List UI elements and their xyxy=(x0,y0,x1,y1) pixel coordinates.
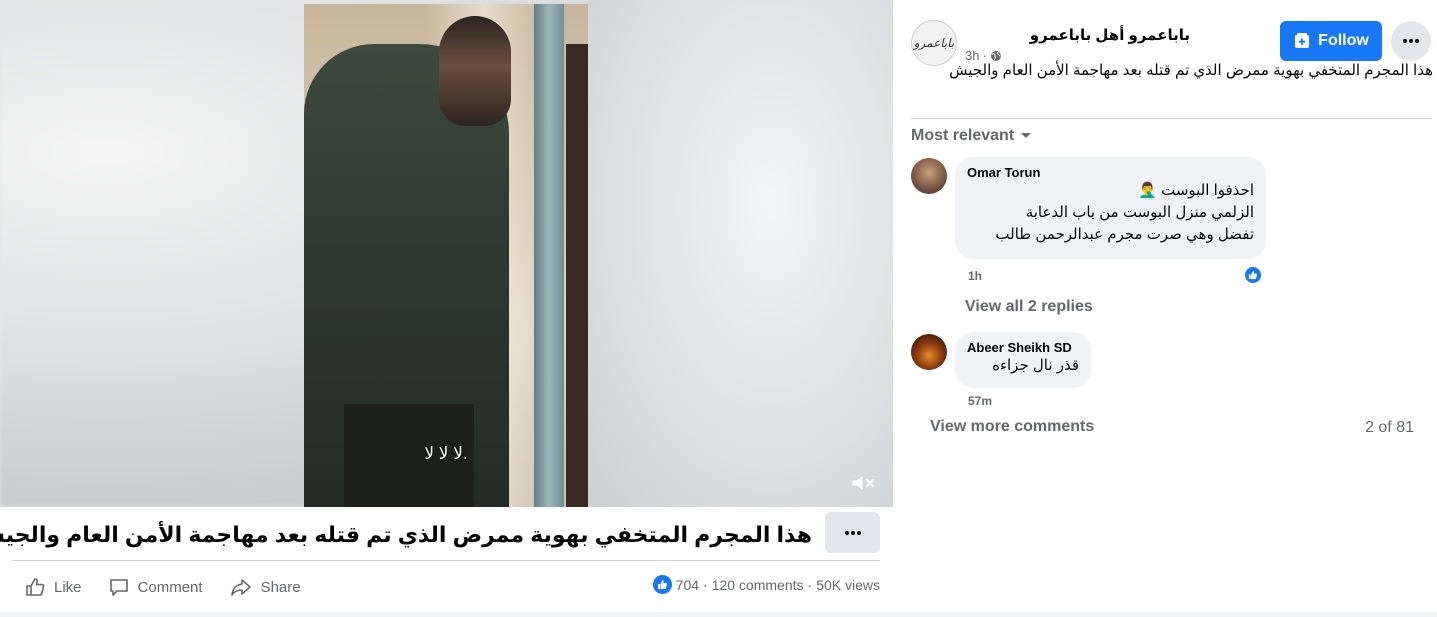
sort-label: Most relevant xyxy=(911,127,1015,144)
page-more-button[interactable] xyxy=(1391,21,1431,61)
video-door xyxy=(566,44,588,507)
separator: · xyxy=(703,576,708,593)
post-stats: 704 · 120 comments · 50K views xyxy=(652,575,880,594)
like-button[interactable]: Like xyxy=(24,576,82,598)
share-icon xyxy=(230,579,251,596)
divider xyxy=(12,560,880,561)
video-frame[interactable]: لا لا لا. xyxy=(304,4,588,507)
comment-label: Comment xyxy=(137,578,203,596)
comment-time[interactable]: 1h xyxy=(968,269,982,283)
comment-author[interactable]: Abeer Sheikh SD xyxy=(967,340,1079,355)
divider xyxy=(911,118,1432,119)
chevron-down-icon xyxy=(1021,133,1032,138)
comment-bubble: Omar Torun احذفوا البوست 🤦‍♂️ الزلمي منز… xyxy=(955,157,1266,259)
page-name[interactable]: باباعمرو أهل باباعمرو xyxy=(893,26,1190,44)
view-more-comments-link[interactable]: View more comments xyxy=(930,418,1094,436)
post-description: هذا المجرم المتخفي بهوية ممرض الذي تم قت… xyxy=(949,62,1433,79)
comment-sort-dropdown[interactable]: Most relevant xyxy=(911,127,1032,145)
share-label: Share xyxy=(260,578,301,596)
comment-count[interactable]: 120 comments xyxy=(712,577,804,593)
mute-icon xyxy=(851,474,874,492)
comment-time[interactable]: 57m xyxy=(968,394,992,408)
view-replies-link[interactable]: View all 2 replies xyxy=(965,298,1093,316)
share-button[interactable]: Share xyxy=(229,576,301,598)
view-count: 50K views xyxy=(816,576,880,593)
more-icon xyxy=(844,530,861,535)
video-subtitle: لا لا لا. xyxy=(424,444,468,463)
avatar[interactable] xyxy=(911,158,947,194)
bottom-border xyxy=(0,612,1437,617)
facebook-video-viewer: لا لا لا. هذا المجرم المتخفي بهوية ممرض … xyxy=(0,0,1437,617)
comment-button[interactable]: Comment xyxy=(108,576,203,598)
comment-text: قذر نال جزاءه xyxy=(992,357,1079,374)
post-more-button[interactable] xyxy=(825,512,880,553)
comment-icon xyxy=(109,579,128,596)
comment-author[interactable]: Omar Torun xyxy=(967,165,1254,180)
post-title: هذا المجرم المتخفي بهوية ممرض الذي تم قت… xyxy=(0,522,812,547)
video-door-frame xyxy=(534,4,564,507)
post-actions: Like Comment Share xyxy=(24,572,301,602)
comment-text: احذفوا البوست 🤦‍♂️ الزلمي منزل البوست من… xyxy=(995,182,1254,243)
side-panel: باباعمرو باباعمرو أهل باباعمرو 3h · Foll… xyxy=(893,0,1437,612)
like-icon xyxy=(26,578,45,596)
thumb-icon xyxy=(657,580,667,589)
reaction-count[interactable]: 704 xyxy=(676,577,699,593)
thumb-icon xyxy=(1248,270,1257,280)
avatar[interactable] xyxy=(911,334,947,370)
comment-bubble: Abeer Sheikh SD قذر نال جزاءه xyxy=(955,332,1091,388)
like-reaction-icon[interactable] xyxy=(652,575,672,594)
comment-count-indicator: 2 of 81 xyxy=(1365,419,1414,436)
video-person-head xyxy=(439,16,511,126)
video-player[interactable]: لا لا لا. xyxy=(0,0,893,507)
separator: · xyxy=(807,576,813,593)
mute-button[interactable] xyxy=(848,470,876,496)
follow-label: Follow xyxy=(1318,32,1369,49)
comment-like-reaction-icon[interactable] xyxy=(1243,265,1263,285)
follow-icon xyxy=(1295,33,1310,48)
more-icon xyxy=(1403,39,1419,43)
video-blur-background-right xyxy=(588,0,893,507)
follow-button[interactable]: Follow xyxy=(1280,21,1382,61)
like-label: Like xyxy=(54,578,82,596)
